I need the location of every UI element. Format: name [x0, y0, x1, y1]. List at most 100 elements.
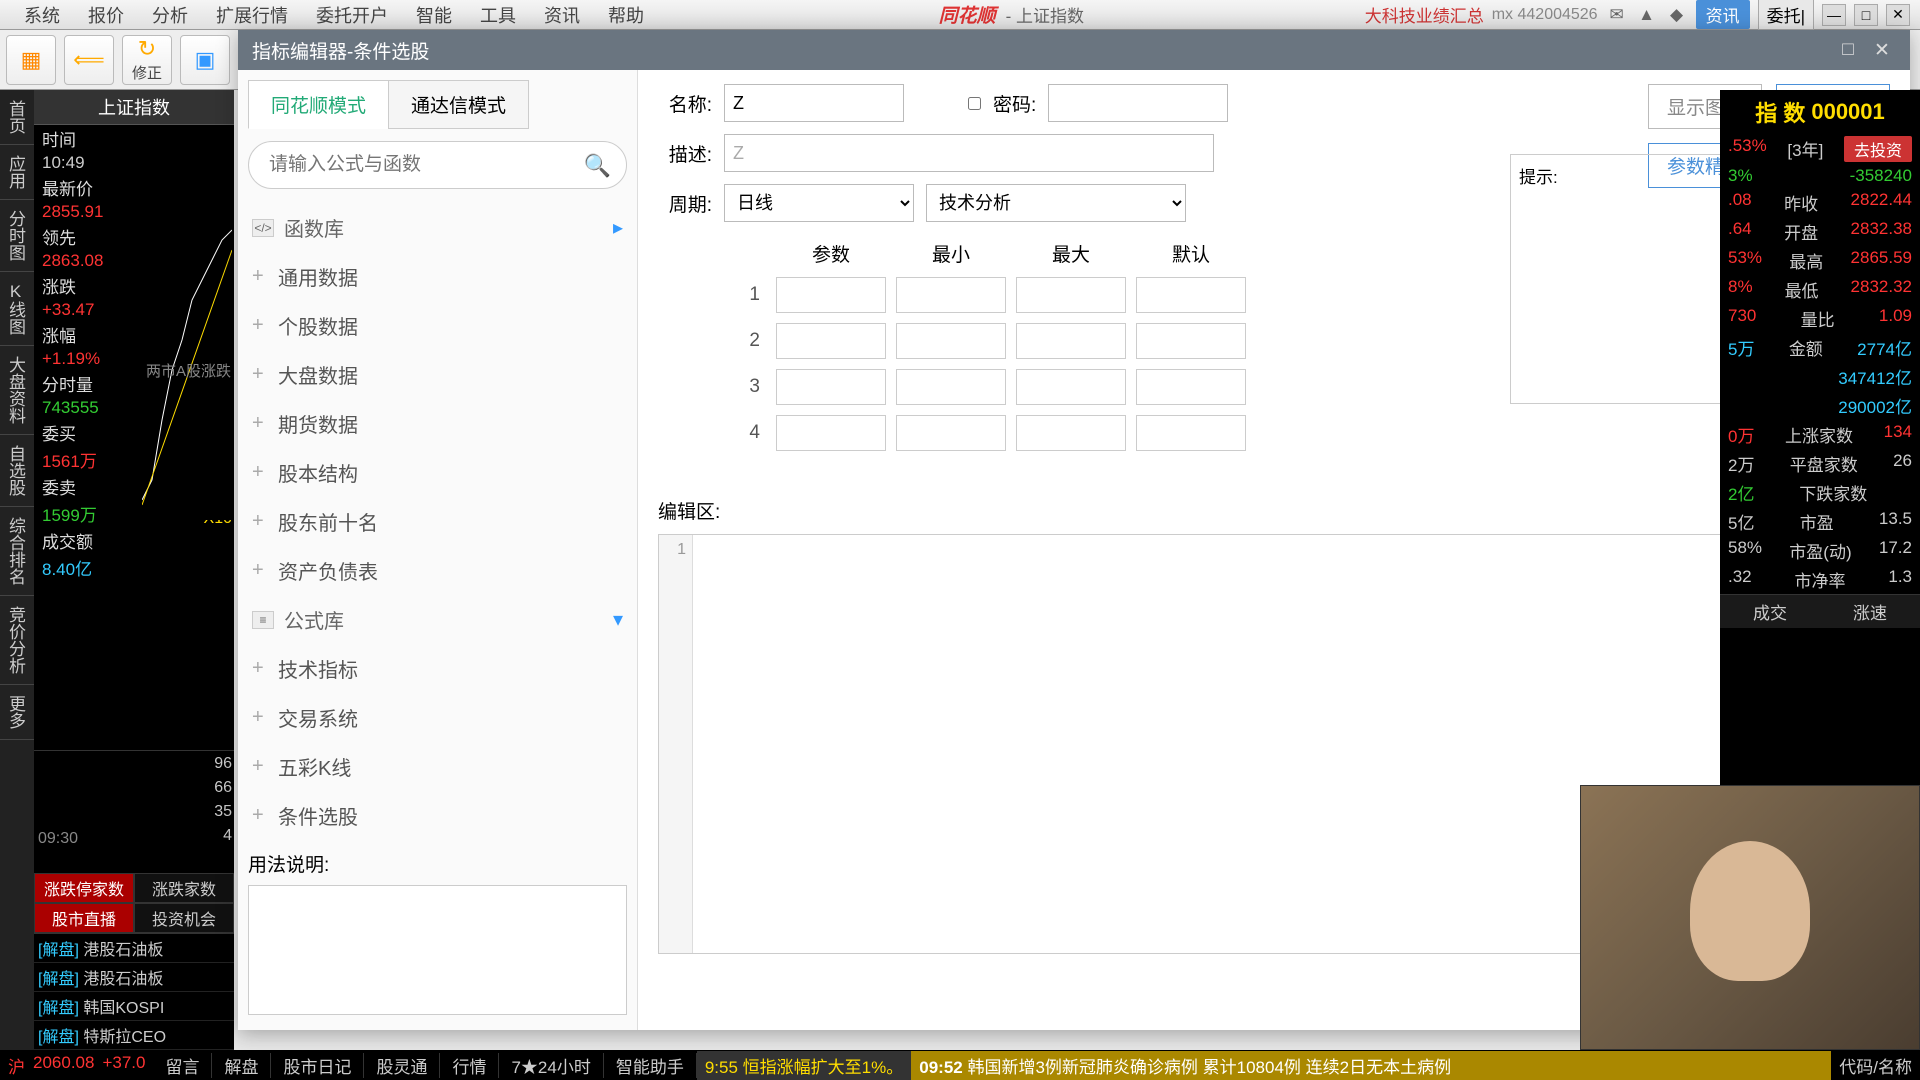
param-4-max[interactable]: [1016, 415, 1126, 451]
rp-tab-speed[interactable]: 涨速: [1820, 595, 1920, 628]
news-ticker-1[interactable]: 9:55 恒指涨幅扩大至1%。: [697, 1051, 911, 1080]
name-input[interactable]: [724, 84, 904, 122]
nav-app[interactable]: 应用: [0, 145, 34, 200]
param-1-def[interactable]: [1136, 277, 1246, 313]
param-3-min[interactable]: [896, 369, 1006, 405]
search-icon[interactable]: 🔍: [584, 153, 611, 179]
nav-home[interactable]: 首页: [0, 90, 34, 145]
tree-node[interactable]: +股东前十名: [248, 497, 627, 546]
self-button[interactable]: ▣: [180, 35, 230, 85]
param-2-name[interactable]: [776, 323, 886, 359]
menu-smart[interactable]: 智能: [402, 2, 466, 28]
param-2-max[interactable]: [1016, 323, 1126, 359]
tree-node[interactable]: +大盘数据: [248, 350, 627, 399]
seg[interactable]: 智能助手: [604, 1053, 697, 1078]
tree-node[interactable]: +五彩K线: [248, 742, 627, 791]
index-header[interactable]: 上证指数: [34, 90, 234, 125]
tab-ths-mode[interactable]: 同花顺模式: [248, 80, 389, 129]
nav-more[interactable]: 更多: [0, 685, 34, 740]
category-select[interactable]: 技术分析: [926, 184, 1186, 222]
minimize-button[interactable]: —: [1822, 4, 1846, 26]
tab-live[interactable]: 股市直播: [34, 903, 134, 933]
news-item[interactable]: [解盘] 港股石油板: [34, 963, 234, 992]
info-button[interactable]: 资讯: [1696, 0, 1750, 29]
menu-quote[interactable]: 报价: [74, 2, 138, 28]
dialog-maximize-icon[interactable]: □: [1834, 37, 1862, 63]
tab-opp[interactable]: 投资机会: [134, 903, 234, 933]
password-checkbox[interactable]: [968, 97, 981, 110]
formula-search-input[interactable]: [248, 141, 627, 189]
seg[interactable]: 行情: [440, 1053, 499, 1078]
tree-node[interactable]: +交易系统: [248, 693, 627, 742]
fix-button[interactable]: ↻修正: [122, 35, 172, 85]
param-2-def[interactable]: [1136, 323, 1246, 359]
param-2-min[interactable]: [896, 323, 1006, 359]
news-item[interactable]: [解盘] 港股石油板: [34, 934, 234, 963]
tab-updown[interactable]: 涨跌停家数: [34, 873, 134, 903]
usage-textarea[interactable]: [248, 885, 627, 1015]
tree-node[interactable]: +个股数据: [248, 301, 627, 350]
menu-help[interactable]: 帮助: [594, 2, 658, 28]
param-4-min[interactable]: [896, 415, 1006, 451]
nav-watchlist[interactable]: 自选股: [0, 435, 34, 507]
param-3-def[interactable]: [1136, 369, 1246, 405]
nav-bid[interactable]: 竞价分析: [0, 596, 34, 685]
dialog-close-icon[interactable]: ✕: [1868, 37, 1896, 63]
tree-node[interactable]: +股本结构: [248, 448, 627, 497]
edit-area-label: 编辑区:: [658, 497, 1890, 524]
tree-node[interactable]: +技术指标: [248, 644, 627, 693]
volume-chart[interactable]: 96 66 35 4 09:30: [34, 750, 234, 850]
maximize-button[interactable]: □: [1854, 4, 1878, 26]
param-4-name[interactable]: [776, 415, 886, 451]
news-ticker-2[interactable]: 09:52 韩国新增3例新冠肺炎确诊病例 累计10804例 连续2日无本土病例: [911, 1051, 1831, 1080]
tree-node[interactable]: +通用数据: [248, 252, 627, 301]
menu-system[interactable]: 系统: [10, 2, 74, 28]
close-button[interactable]: ✕: [1886, 4, 1910, 26]
seg[interactable]: 股灵通: [364, 1053, 440, 1078]
news-item[interactable]: [解盘] 特斯拉CEO: [34, 1021, 234, 1050]
menu-ext-market[interactable]: 扩展行情: [202, 2, 302, 28]
tree-node[interactable]: +资产负债表: [248, 546, 627, 595]
mini-chart[interactable]: 两市A股涨跌: [142, 220, 232, 520]
menu-open-account[interactable]: 委托开户: [302, 2, 402, 28]
bottom-index[interactable]: 沪2060.08+37.0: [0, 1053, 153, 1078]
rp-tab-deal[interactable]: 成交: [1720, 595, 1820, 628]
seg[interactable]: 7★24小时: [499, 1053, 603, 1078]
nav-rank[interactable]: 综合排名: [0, 507, 34, 596]
shield-icon[interactable]: ◆: [1666, 4, 1688, 26]
mail-icon[interactable]: ✉: [1606, 4, 1628, 26]
param-4-def[interactable]: [1136, 415, 1246, 451]
seg[interactable]: 解盘: [212, 1053, 271, 1078]
app-icon-button[interactable]: ▦: [6, 35, 56, 85]
menu-analysis[interactable]: 分析: [138, 2, 202, 28]
nav-kline[interactable]: K线图: [0, 272, 34, 346]
back-button[interactable]: ⟸: [64, 35, 114, 85]
code-search[interactable]: 代码/名称: [1831, 1053, 1920, 1078]
nav-market[interactable]: 大盘资料: [0, 346, 34, 435]
param-1-max[interactable]: [1016, 277, 1126, 313]
param-3-name[interactable]: [776, 369, 886, 405]
entrust-button[interactable]: 委托|: [1758, 0, 1814, 30]
desc-input[interactable]: [724, 134, 1214, 172]
news-item[interactable]: [解盘] 韩国KOSPI: [34, 992, 234, 1021]
period-select[interactable]: 日线: [724, 184, 914, 222]
tab-tdx-mode[interactable]: 通达信模式: [388, 80, 529, 129]
tree-node[interactable]: +期货数据: [248, 399, 627, 448]
param-1-min[interactable]: [896, 277, 1006, 313]
param-1-name[interactable]: [776, 277, 886, 313]
tree-header-formulas[interactable]: ≡公式库▾: [248, 595, 627, 644]
marquee-title[interactable]: 大科技业绩汇总: [1365, 2, 1484, 27]
nav-timechart[interactable]: 分时图: [0, 200, 34, 272]
menu-tools[interactable]: 工具: [466, 2, 530, 28]
triangle-icon[interactable]: ▲: [1636, 4, 1658, 26]
go-invest-button[interactable]: 去投资: [1844, 136, 1912, 162]
seg[interactable]: 留言: [153, 1053, 212, 1078]
param-3-max[interactable]: [1016, 369, 1126, 405]
password-input[interactable]: [1048, 84, 1228, 122]
menu-news[interactable]: 资讯: [530, 2, 594, 28]
dialog-titlebar[interactable]: 指标编辑器-条件选股 □ ✕: [238, 30, 1910, 70]
tree-header-functions[interactable]: </>函数库▸: [248, 203, 627, 252]
tree-node[interactable]: +条件选股: [248, 791, 627, 840]
seg[interactable]: 股市日记: [271, 1053, 364, 1078]
tab-upfam[interactable]: 涨跌家数: [134, 873, 234, 903]
